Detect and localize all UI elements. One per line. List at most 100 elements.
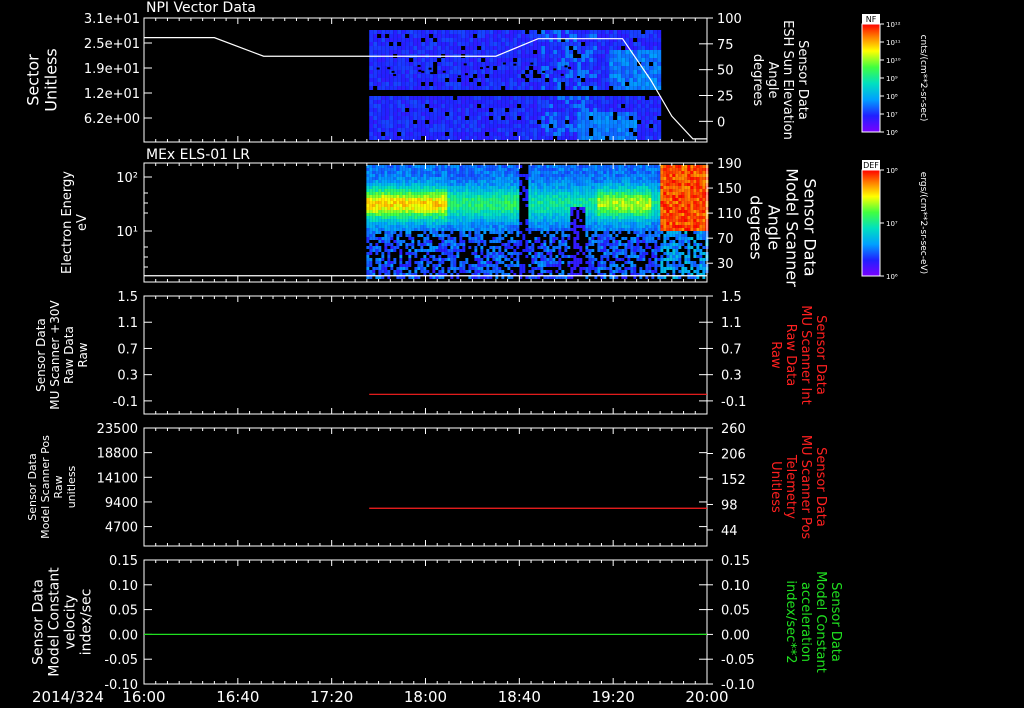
heat-cell [366, 276, 370, 279]
heat-cell [485, 46, 490, 50]
heat-cell [582, 210, 586, 213]
heat-cell [553, 42, 558, 46]
heat-cell [546, 228, 550, 231]
heat-cell [489, 120, 494, 124]
heat-cell [545, 74, 550, 78]
heat-cell [408, 276, 412, 279]
heat-cell [637, 30, 642, 34]
heat-cell [543, 252, 547, 255]
heat-cell [390, 180, 394, 183]
heat-cell [486, 195, 490, 198]
heat-cell [505, 132, 510, 136]
heat-cell [510, 189, 514, 192]
heat-cell [420, 243, 424, 246]
heat-cell [546, 165, 550, 168]
heat-cell [453, 252, 457, 255]
heat-cell [489, 58, 494, 62]
heat-cell [480, 267, 484, 270]
heat-cell [457, 30, 462, 34]
heat-cell [569, 82, 574, 86]
heat-cell [453, 78, 458, 82]
heat-cell [493, 62, 498, 66]
heat-cell [441, 100, 446, 104]
heat-cell [483, 198, 487, 201]
heat-cell [613, 34, 618, 38]
heat-cell [501, 216, 505, 219]
heat-cell [589, 34, 594, 38]
heat-cell [372, 231, 376, 234]
heat-cell [462, 252, 466, 255]
heat-cell [649, 50, 654, 54]
heat-cell [543, 237, 547, 240]
heat-cell [396, 207, 400, 210]
heat-cell [411, 231, 415, 234]
heat-cell [411, 168, 415, 171]
heat-cell [462, 276, 466, 279]
heat-cell [549, 189, 553, 192]
heat-cell [591, 186, 595, 189]
heat-cell [384, 201, 388, 204]
heat-cell [510, 213, 514, 216]
heat-cell [585, 168, 589, 171]
heat-cell [377, 136, 382, 140]
heat-cell [534, 168, 538, 171]
heat-cell [411, 177, 415, 180]
heat-cell [441, 213, 445, 216]
heat-cell [495, 228, 499, 231]
heat-cell [429, 180, 433, 183]
heat-cell [570, 270, 574, 273]
heat-cell [438, 267, 442, 270]
heat-cell [411, 186, 415, 189]
heat-cell [501, 270, 505, 273]
heat-gap [428, 67, 432, 70]
heat-cell [459, 210, 463, 213]
heat-cell [522, 252, 526, 255]
heat-cell [459, 213, 463, 216]
heat-cell [405, 70, 410, 74]
heat-cell [366, 240, 370, 243]
heat-cell [405, 267, 409, 270]
heat-cell [450, 237, 454, 240]
heat-cell [462, 258, 466, 261]
heat-cell [549, 192, 553, 195]
heat-cell [405, 225, 409, 228]
heat-cell [525, 276, 529, 279]
heat-cell [375, 207, 379, 210]
heat-cell [471, 270, 475, 273]
heat-cell [649, 38, 654, 42]
heat-cell [534, 183, 538, 186]
heat-cell [561, 108, 566, 112]
heat-cell [387, 255, 391, 258]
heat-cell [444, 234, 448, 237]
heat-cell [510, 171, 514, 174]
heat-cell [369, 267, 373, 270]
heat-cell [381, 177, 385, 180]
heat-cell [372, 207, 376, 210]
heat-cell [396, 192, 400, 195]
heat-cell [557, 124, 562, 128]
heat-cell [474, 255, 478, 258]
heat-cell [437, 120, 442, 124]
heat-cell [426, 189, 430, 192]
heat-cell [540, 198, 544, 201]
heat-cell [399, 237, 403, 240]
heat-gap [522, 76, 526, 79]
heat-cell [429, 165, 433, 168]
heat-cell [591, 219, 595, 222]
heat-cell [605, 108, 610, 112]
heat-cell [385, 38, 390, 42]
heat-cell [495, 192, 499, 195]
heat-cell [522, 180, 526, 183]
heat-cell [401, 34, 406, 38]
heat-cell [381, 183, 385, 186]
heat-cell [492, 234, 496, 237]
heat-cell [501, 264, 505, 267]
heat-cell [465, 42, 470, 46]
heat-cell [495, 186, 499, 189]
heat-cell [462, 237, 466, 240]
heat-cell [525, 78, 530, 82]
heat-cell [453, 255, 457, 258]
heat-cell [510, 219, 514, 222]
heat-cell [564, 216, 568, 219]
heat-cell [405, 100, 410, 104]
